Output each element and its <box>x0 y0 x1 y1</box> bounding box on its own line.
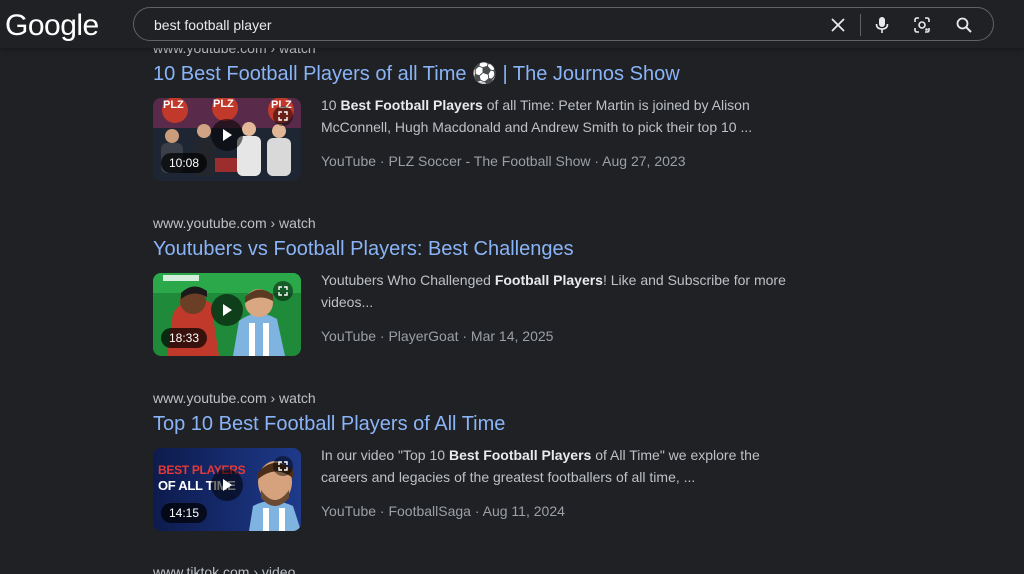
search-divider <box>860 14 861 36</box>
search-icon[interactable] <box>954 15 974 35</box>
result-meta: YouTube · PlayerGoat · Mar 14, 2025 <box>321 328 554 344</box>
google-logo[interactable]: Google <box>5 8 99 44</box>
search-header: Google <box>0 0 1024 48</box>
play-icon[interactable] <box>211 119 243 151</box>
snippet-highlight: Best Football Players <box>448 447 592 463</box>
video-thumbnail[interactable]: 18:33 <box>153 273 301 356</box>
lens-icon[interactable] <box>912 15 932 35</box>
search-input[interactable] <box>154 14 794 36</box>
video-duration: 14:15 <box>161 503 208 523</box>
result-title[interactable]: 10 Best Football Players of all Time ⚽ |… <box>153 61 680 87</box>
result-snippet: Youtubers Who Challenged Football Player… <box>321 269 801 313</box>
video-duration: 18:33 <box>161 328 208 348</box>
snippet-text: Youtubers Who Challenged <box>321 272 495 288</box>
mic-icon[interactable] <box>872 15 892 35</box>
result-title[interactable]: Top 10 Best Football Players of All Time <box>153 411 505 437</box>
thumbnail-logo-text: PLZ <box>163 99 184 111</box>
result-snippet: In our video "Top 10 Best Football Playe… <box>321 444 801 488</box>
snippet-text: In our video "Top 10 <box>321 447 449 463</box>
expand-icon[interactable] <box>273 456 293 476</box>
thumbnail-logo-text: PLZ <box>213 98 234 110</box>
video-thumbnail[interactable]: PLZ PLZ PLZ 10:08 <box>153 98 301 181</box>
expand-icon[interactable] <box>273 106 293 126</box>
result-cite[interactable]: www.youtube.com › watch <box>153 214 316 232</box>
result-title[interactable]: Youtubers vs Football Players: Best Chal… <box>153 236 574 262</box>
snippet-highlight: Football Players <box>494 272 603 288</box>
expand-icon[interactable] <box>273 281 293 301</box>
search-box <box>133 7 994 41</box>
video-thumbnail[interactable]: BEST PLAYERS OF ALL TIME 14:15 <box>153 448 301 531</box>
result-meta: YouTube · FootballSaga · Aug 11, 2024 <box>321 503 565 519</box>
snippet-highlight: Best Football Players <box>340 97 483 113</box>
play-icon[interactable] <box>211 294 243 326</box>
video-duration: 10:08 <box>161 153 208 173</box>
result-snippet: 10 Best Football Players of all Time: Pe… <box>321 94 801 138</box>
result-cite[interactable]: www.youtube.com › watch <box>153 389 316 407</box>
snippet-text: 10 <box>321 97 341 113</box>
clear-icon[interactable] <box>828 15 848 35</box>
result-cite-partial[interactable]: www.tiktok.com › video <box>153 563 295 574</box>
result-meta: YouTube · PLZ Soccer - The Football Show… <box>321 153 686 169</box>
search-results-page: www.youtube.com › watch 10 Best Football… <box>0 0 1024 574</box>
play-icon[interactable] <box>211 469 243 501</box>
